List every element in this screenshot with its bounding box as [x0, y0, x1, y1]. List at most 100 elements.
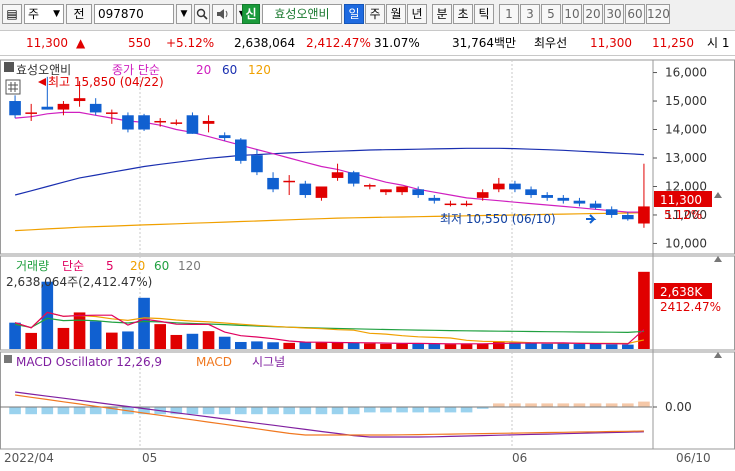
- signal-button[interactable]: 신: [242, 4, 260, 24]
- minute-button-120[interactable]: 120: [646, 4, 670, 24]
- open-price-label: 시 1: [707, 36, 730, 50]
- candle-body: [315, 186, 328, 198]
- candle-body: [412, 189, 424, 196]
- candle-body: [122, 115, 134, 130]
- macd-osc-bar: [364, 407, 376, 413]
- candle-body: [202, 120, 215, 124]
- minute-button-3[interactable]: 3: [520, 4, 540, 24]
- minute-button-30[interactable]: 30: [604, 4, 624, 24]
- candle-body: [573, 200, 586, 204]
- candle-body: [541, 195, 553, 198]
- volume-bar: [235, 341, 247, 349]
- macd-osc-bar: [331, 407, 344, 415]
- volume-bar: [605, 344, 618, 349]
- period-tab-0[interactable]: 일: [344, 4, 364, 24]
- current-price-tag-text: 11,300: [660, 193, 702, 207]
- change-percent: +5.12%: [166, 36, 215, 50]
- candle-body: [89, 103, 102, 113]
- macd-label: MACD: [196, 355, 232, 369]
- volume-ma-period-20: 20: [130, 259, 145, 273]
- candle-body: [331, 172, 344, 178]
- volume-bar: [122, 331, 134, 349]
- candle-body: [444, 203, 457, 206]
- candle-body: [283, 180, 295, 183]
- candle-body: [525, 189, 537, 196]
- volume-bar: [525, 343, 537, 349]
- menu-button[interactable]: ▤: [2, 4, 22, 24]
- candle-body: [428, 197, 441, 201]
- period-select[interactable]: 주 ▼: [24, 4, 64, 24]
- macd-osc-bar: [396, 407, 408, 413]
- candle-body: [57, 103, 70, 110]
- price-tick-label: 10,000: [665, 236, 707, 250]
- macd-osc-bar: [73, 407, 86, 415]
- macd-osc-bar: [218, 407, 231, 415]
- prev-button[interactable]: 전: [66, 4, 92, 24]
- macd-osc-bar: [412, 407, 424, 413]
- volume-pct-tag: 2412.47%: [660, 300, 721, 314]
- volume-bar: [57, 327, 70, 349]
- macd-zero-tick: 0.00: [665, 400, 692, 414]
- current-pct-tag: 5.12%: [664, 208, 702, 222]
- volume-bar: [347, 342, 360, 349]
- macd-osc-bar: [347, 407, 360, 415]
- volume-ratio: 2,412.47%: [306, 36, 371, 50]
- volume-bar: [476, 343, 489, 349]
- volume-bar: [299, 341, 312, 349]
- stock-chart[interactable]: 16,00015,00014,00013,00012,00011,00010,0…: [0, 57, 735, 451]
- price-tick-label: 15,000: [665, 94, 707, 108]
- volume-info: 2,638,064주(2,412.47%): [6, 275, 152, 289]
- macd-osc-bar: [41, 407, 54, 415]
- period-tab-2[interactable]: 월: [386, 4, 406, 24]
- volume-bar: [186, 333, 199, 349]
- x-axis-label: 06/10: [676, 451, 711, 465]
- volume-bar: [557, 343, 570, 349]
- volume-tag-text: 2,638K: [660, 285, 703, 299]
- chevron-down-icon: ▼: [53, 9, 60, 19]
- speaker-icon[interactable]: [212, 4, 234, 24]
- candle-body: [235, 139, 247, 161]
- minute-button-5[interactable]: 5: [541, 4, 561, 24]
- stock-name-field: 효성오앤비: [262, 4, 342, 24]
- panel-frame-0: [0, 59, 735, 255]
- volume-value: 2,638,064: [234, 36, 296, 50]
- period-tab-4[interactable]: 분: [432, 4, 452, 24]
- macd-osc-bar: [493, 403, 505, 407]
- code-dropdown-button[interactable]: ▼: [176, 4, 192, 24]
- minute-button-10[interactable]: 10: [562, 4, 582, 24]
- turnover-rate: 31.07%: [374, 36, 420, 50]
- macd-osc-bar: [186, 407, 199, 415]
- volume-bar: [396, 343, 408, 349]
- macd-osc-bar: [380, 407, 392, 413]
- macd-osc-bar: [283, 407, 295, 415]
- period-tab-3[interactable]: 년: [407, 4, 427, 24]
- current-price: 11,300: [26, 36, 68, 50]
- macd-osc-bar: [605, 403, 618, 407]
- macd-osc-bar: [541, 403, 553, 407]
- candle-body: [493, 183, 505, 190]
- macd-osc-bar: [573, 403, 586, 407]
- period-tab-1[interactable]: 주: [365, 4, 385, 24]
- period-tab-6[interactable]: 틱: [474, 4, 494, 24]
- volume-bar: [106, 332, 118, 349]
- volume-bar: [218, 336, 231, 349]
- candle-body: [106, 112, 118, 114]
- candle-body: [364, 185, 376, 187]
- volume-ma-period-120: 120: [178, 259, 201, 273]
- macd-osc-bar: [267, 407, 279, 415]
- trade-amount: 31,764백만: [452, 36, 517, 50]
- stock-code-input[interactable]: 097870: [94, 4, 174, 24]
- period-tab-5[interactable]: 초: [453, 4, 473, 24]
- search-icon[interactable]: [194, 4, 210, 24]
- macd-osc-bar: [89, 407, 102, 415]
- minute-button-20[interactable]: 20: [583, 4, 603, 24]
- volume-bar: [25, 332, 37, 349]
- macd-osc-bar: [235, 407, 247, 415]
- minute-button-1[interactable]: 1: [499, 4, 519, 24]
- minute-button-60[interactable]: 60: [625, 4, 645, 24]
- candle-body: [138, 115, 150, 130]
- price-ma-period-60: 60: [222, 63, 237, 77]
- price-change: 550: [128, 36, 151, 50]
- macd-osc-bar: [25, 407, 37, 415]
- volume-bar: [331, 343, 344, 349]
